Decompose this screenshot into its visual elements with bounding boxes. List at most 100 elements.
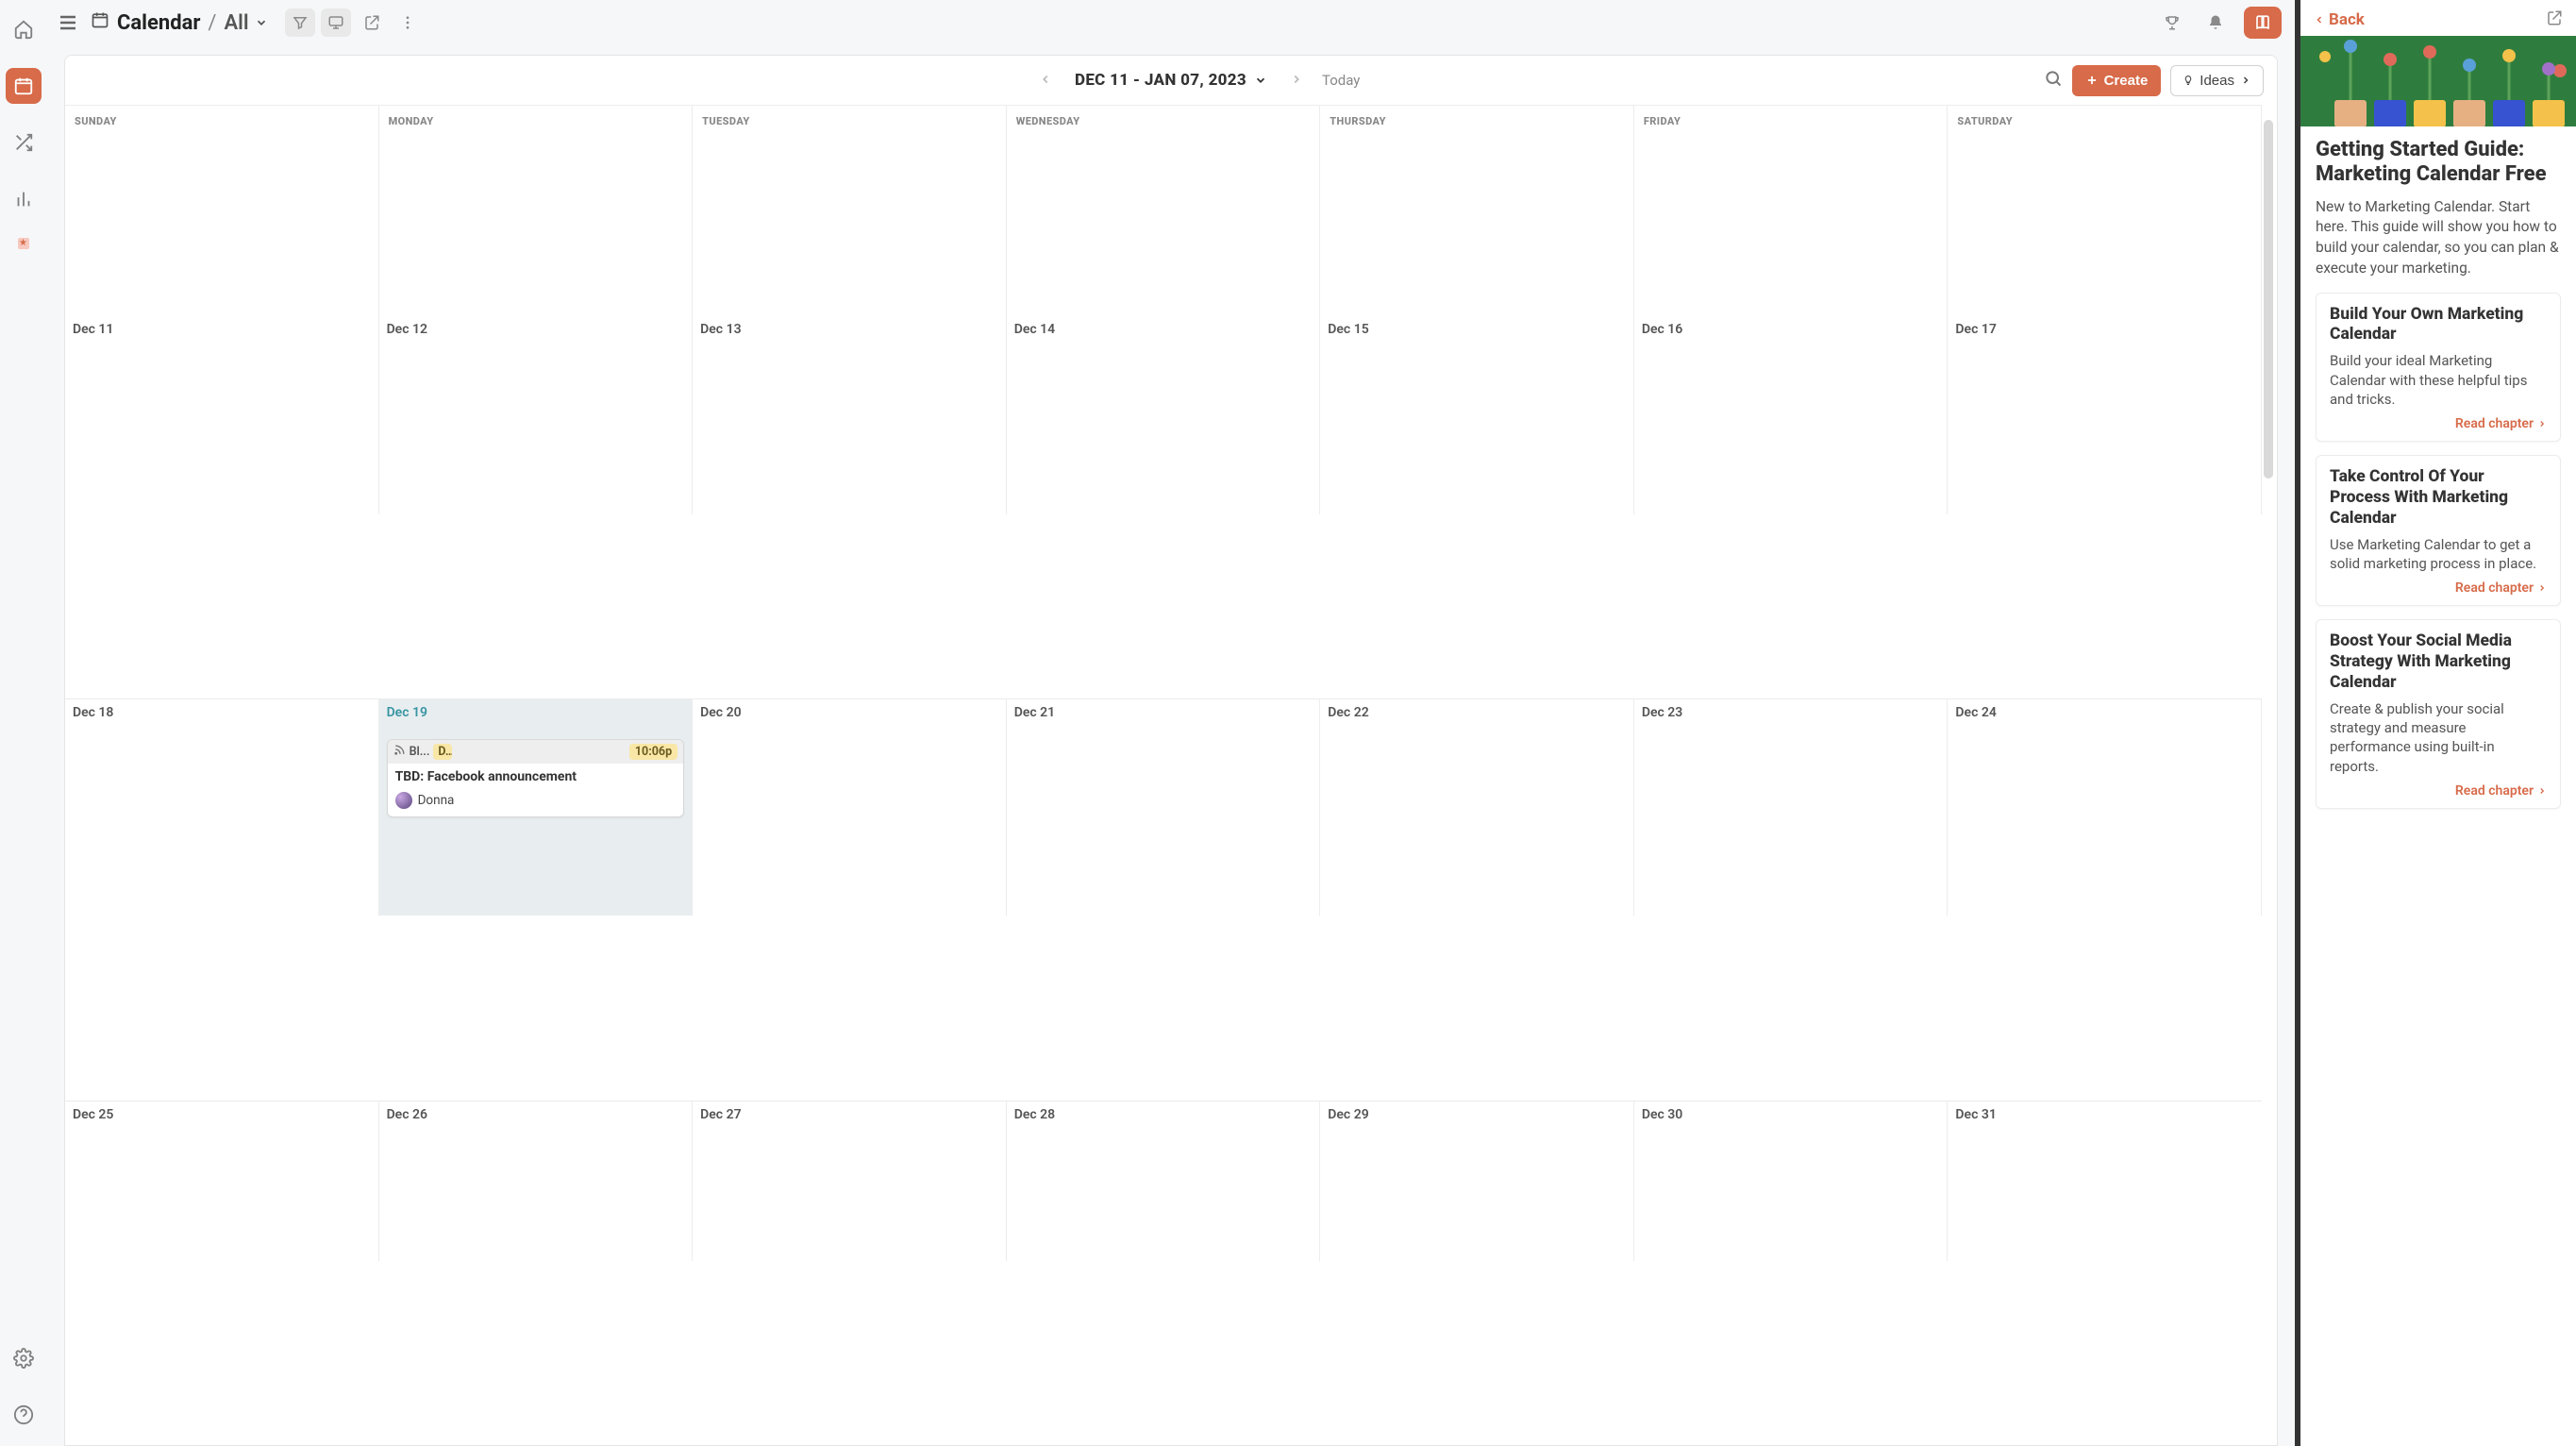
nav-star-icon[interactable]: ★ — [18, 238, 29, 249]
day-label: Dec 18 — [73, 705, 371, 720]
today-button[interactable]: Today — [1322, 72, 1360, 89]
event-title: TBD: Facebook announcement — [395, 769, 677, 786]
chevron-down-icon — [255, 16, 268, 29]
day-of-week: THURSDAY — [1330, 115, 1624, 127]
day-cell[interactable]: Dec 30 — [1634, 1101, 1949, 1261]
chevron-down-icon — [1254, 74, 1267, 87]
day-of-week: SATURDAY — [1957, 115, 2251, 127]
guide-chapter: Boost Your Social Media Strategy With Ma… — [2316, 619, 2561, 809]
left-rail: ★ — [0, 0, 47, 1446]
event-card[interactable]: Bl...D...10:06pTBD: Facebook announcemen… — [387, 739, 685, 817]
day-label: Dec 15 — [1328, 322, 1626, 337]
view-selector-label: All — [225, 11, 249, 35]
read-chapter-link[interactable]: Read chapter — [2330, 783, 2547, 799]
day-cell[interactable]: Dec 27 — [693, 1101, 1007, 1261]
open-external[interactable] — [2546, 9, 2563, 30]
guide-back[interactable]: Back — [2314, 10, 2365, 29]
day-label: Dec 31 — [1955, 1107, 2254, 1122]
chevron-left-icon — [2314, 14, 2325, 25]
day-cell[interactable]: Dec 28 — [1007, 1101, 1321, 1261]
nav-settings[interactable] — [6, 1340, 42, 1376]
read-chapter-label: Read chapter — [2455, 580, 2534, 596]
day-of-week: SUNDAY — [75, 115, 369, 127]
plus-icon — [2085, 74, 2099, 87]
event-tag: Bl... — [410, 745, 430, 759]
day-of-week: MONDAY — [389, 115, 683, 127]
nav-help[interactable] — [6, 1397, 42, 1433]
read-chapter-link[interactable]: Read chapter — [2330, 580, 2547, 596]
day-cell[interactable]: Dec 11 — [65, 316, 379, 514]
day-header: MONDAY — [379, 106, 694, 316]
chapter-desc: Create & publish your social strategy an… — [2330, 699, 2547, 776]
chevron-right-icon — [2537, 583, 2547, 593]
day-label: Dec 28 — [1014, 1107, 1313, 1122]
ideas-button[interactable]: Ideas — [2170, 65, 2264, 96]
create-button[interactable]: Create — [2072, 65, 2162, 96]
day-label: Dec 26 — [387, 1107, 685, 1122]
guide-toggle[interactable] — [2244, 7, 2282, 39]
share-button[interactable] — [357, 8, 387, 37]
day-cell[interactable]: Dec 22 — [1320, 698, 1634, 916]
day-label: Dec 16 — [1642, 322, 1940, 337]
achievements-button[interactable] — [2157, 8, 2187, 37]
day-cell[interactable]: Dec 20 — [693, 698, 1007, 916]
avatar — [395, 792, 412, 809]
more-button[interactable] — [393, 8, 423, 37]
day-cell[interactable]: Dec 13 — [693, 316, 1007, 514]
day-cell[interactable]: Dec 21 — [1007, 698, 1321, 916]
scrollbar[interactable] — [2264, 110, 2275, 1445]
chapter-desc: Build your ideal Marketing Calendar with… — [2330, 351, 2547, 409]
day-label: Dec 30 — [1642, 1107, 1940, 1122]
read-chapter-label: Read chapter — [2455, 783, 2534, 799]
chevron-right-icon — [2240, 75, 2251, 86]
notifications-button[interactable] — [2200, 8, 2231, 37]
next-range[interactable] — [1284, 66, 1309, 95]
nav-home[interactable] — [6, 11, 42, 47]
chapter-desc: Use Marketing Calendar to get a solid ma… — [2330, 535, 2547, 574]
day-cell[interactable]: Dec 19 Bl...D...10:06pTBD: Facebook annou… — [379, 698, 694, 916]
calendar-header: DEC 11 - JAN 07, 2023 Today Create — [65, 56, 2277, 105]
guide-hero — [2300, 36, 2576, 126]
day-of-week: WEDNESDAY — [1016, 115, 1311, 127]
day-label: Dec 22 — [1328, 705, 1626, 720]
guide-title: Getting Started Guide: Marketing Calenda… — [2316, 138, 2561, 188]
day-cell[interactable]: Dec 18 — [65, 698, 379, 916]
main-column: Calendar / All — [47, 0, 2295, 1446]
day-cell[interactable]: Dec 26 — [379, 1101, 694, 1261]
chevron-right-icon — [2537, 419, 2547, 429]
day-cell[interactable]: Dec 25 — [65, 1101, 379, 1261]
search-button[interactable] — [2044, 69, 2063, 92]
breadcrumb-sep: / — [208, 11, 216, 35]
day-label: Dec 17 — [1955, 322, 2253, 337]
create-label: Create — [2104, 73, 2149, 89]
day-label: Dec 21 — [1014, 705, 1313, 720]
day-label: Dec 29 — [1328, 1107, 1626, 1122]
menu-toggle[interactable] — [51, 6, 85, 40]
nav-reports[interactable] — [6, 181, 42, 217]
view-selector[interactable]: All — [225, 11, 268, 35]
day-label: Dec 24 — [1955, 705, 2253, 720]
filter-button[interactable] — [285, 8, 315, 37]
day-cell[interactable]: Dec 29 — [1320, 1101, 1634, 1261]
day-cell[interactable]: Dec 16 — [1634, 316, 1949, 514]
nav-shuffle[interactable] — [6, 125, 42, 160]
nav-calendar[interactable] — [6, 68, 42, 104]
day-of-week: TUESDAY — [702, 115, 996, 127]
day-cell[interactable]: Dec 24 — [1948, 698, 2262, 916]
day-cell[interactable]: Dec 12 — [379, 316, 694, 514]
range-selector[interactable]: DEC 11 - JAN 07, 2023 — [1075, 71, 1267, 90]
topbar: Calendar / All — [47, 0, 2295, 45]
day-cell[interactable]: Dec 23 — [1634, 698, 1949, 916]
read-chapter-link[interactable]: Read chapter — [2330, 416, 2547, 431]
day-label: Dec 19 — [387, 705, 685, 720]
guide-lead: New to Marketing Calendar. Start here. T… — [2316, 197, 2561, 279]
prev-range[interactable] — [1033, 66, 1058, 95]
event-status: D... — [433, 744, 452, 760]
present-button[interactable] — [321, 8, 351, 37]
day-cell[interactable]: Dec 17 — [1948, 316, 2262, 514]
day-label: Dec 11 — [73, 322, 371, 337]
day-cell[interactable]: Dec 31 — [1948, 1101, 2262, 1261]
day-label: Dec 23 — [1642, 705, 1940, 720]
day-cell[interactable]: Dec 15 — [1320, 316, 1634, 514]
day-cell[interactable]: Dec 14 — [1007, 316, 1321, 514]
